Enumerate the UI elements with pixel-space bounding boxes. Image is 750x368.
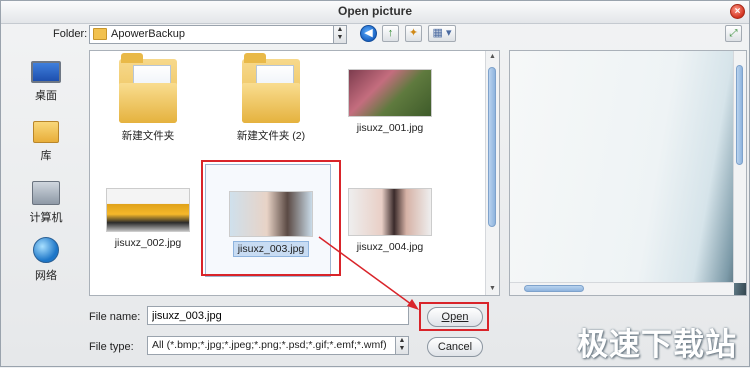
watermark-logo: 极速下载站 [577,327,737,363]
annotation-arrow [318,236,419,310]
open-picture-dialog: Open picture × Folder: ApowerBackup ▲ ▼ ◀… [0,0,750,367]
